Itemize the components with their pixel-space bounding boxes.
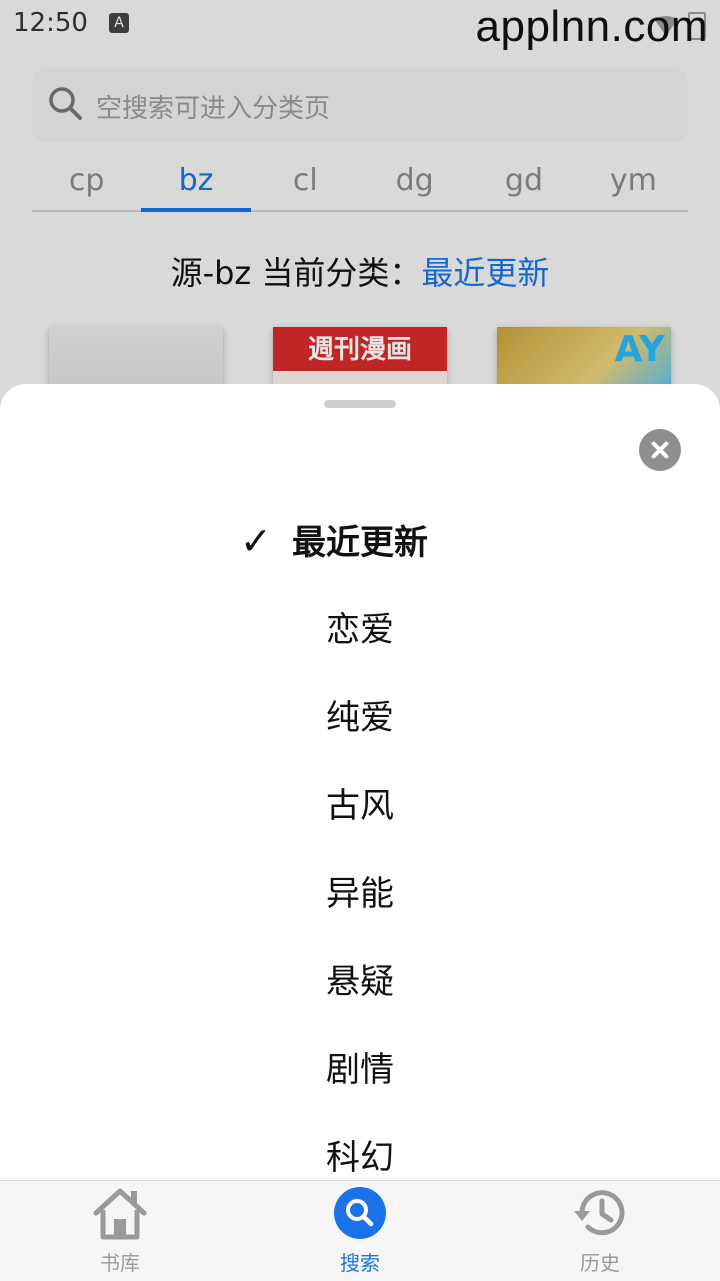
- drag-handle[interactable]: [324, 400, 396, 408]
- category-option[interactable]: ✓ 最近更新: [0, 513, 720, 573]
- search-icon: [334, 1187, 386, 1239]
- category-sheet: ✓ 最近更新 恋爱 纯爱 古风 异能 悬疑 剧情 科幻: [0, 384, 720, 1280]
- category-option[interactable]: 悬疑: [0, 952, 720, 1012]
- nav-label: 历史: [580, 1251, 620, 1275]
- category-option[interactable]: 异能: [0, 864, 720, 924]
- history-icon: [574, 1190, 625, 1236]
- nav-label: 搜索: [340, 1251, 380, 1275]
- category-option[interactable]: 剧情: [0, 1040, 720, 1100]
- close-button[interactable]: [639, 429, 681, 471]
- category-option-label: 最近更新: [292, 523, 428, 563]
- nav-history[interactable]: 历史: [480, 1181, 720, 1281]
- category-option[interactable]: 古风: [0, 776, 720, 836]
- check-icon: ✓: [240, 519, 272, 563]
- nav-label: 书库: [100, 1251, 140, 1275]
- bottom-nav: 书库 搜索 历史: [0, 1180, 720, 1281]
- category-option[interactable]: 科幻: [0, 1128, 720, 1188]
- category-option[interactable]: 纯爱: [0, 688, 720, 748]
- nav-library[interactable]: 书库: [0, 1181, 240, 1281]
- home-icon: [93, 1188, 147, 1240]
- category-option[interactable]: 恋爱: [0, 600, 720, 660]
- nav-search[interactable]: 搜索: [240, 1181, 480, 1281]
